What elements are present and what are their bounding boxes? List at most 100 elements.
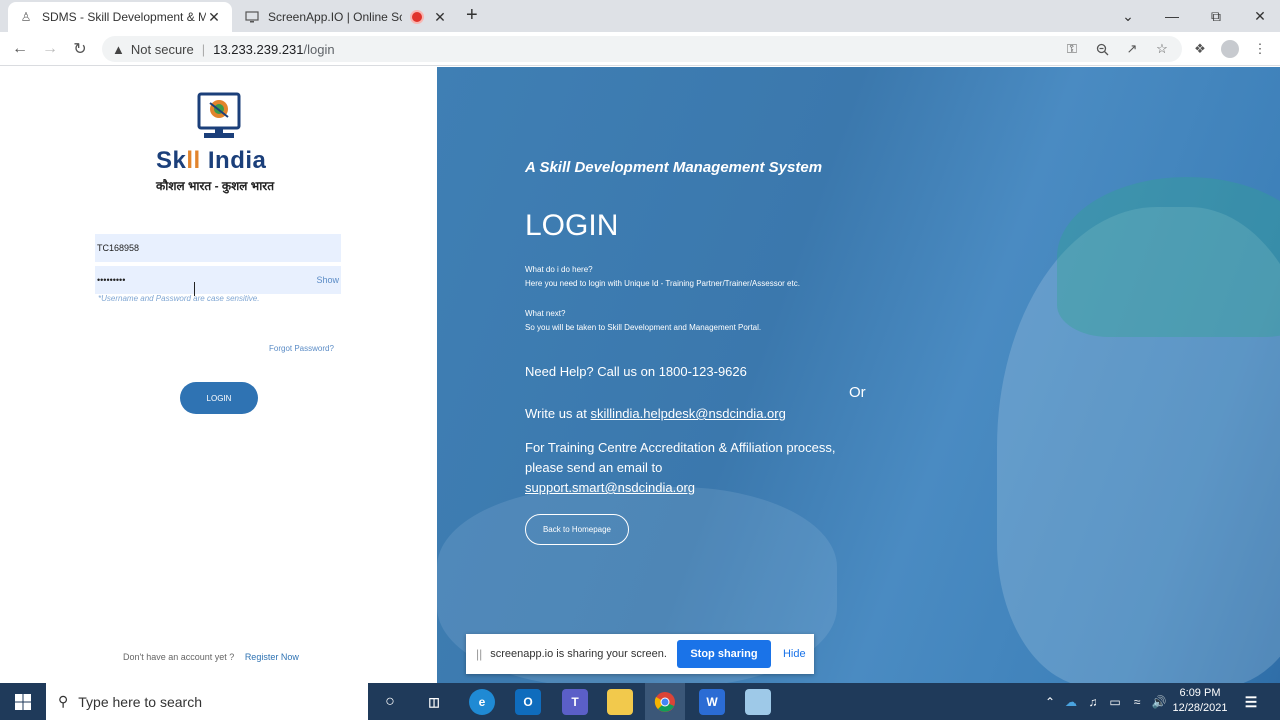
recording-icon bbox=[410, 10, 424, 24]
info-panel: A Skill Development Management System LO… bbox=[437, 67, 1280, 683]
security-status[interactable]: Not secure bbox=[131, 42, 194, 57]
support-email-link[interactable]: support.smart@nsdcindia.org bbox=[525, 480, 695, 495]
password-input[interactable]: ••••••••• Show bbox=[95, 266, 341, 294]
file-explorer-icon[interactable] bbox=[607, 689, 633, 715]
login-panel: Skll India कौशल भारत - कुशल भारत TC16895… bbox=[0, 67, 437, 683]
brand-tagline: कौशल भारत - कुशल भारत bbox=[156, 179, 275, 193]
wifi-icon[interactable]: ≈ bbox=[1126, 695, 1148, 709]
notifications-icon[interactable]: ☰ bbox=[1238, 689, 1264, 715]
taskbar-search[interactable]: ⚲ Type here to search bbox=[46, 683, 368, 720]
onedrive-icon[interactable]: ☁ bbox=[1060, 695, 1082, 709]
menu-icon[interactable]: ⋮ bbox=[1252, 41, 1268, 57]
register-link[interactable]: Register Now bbox=[245, 652, 299, 662]
show-hidden-icons-icon[interactable]: ⌃ bbox=[1040, 695, 1060, 709]
help-phone: Need Help? Call us on 1800-123-9626 bbox=[525, 364, 747, 379]
skill-india-logo bbox=[197, 92, 241, 138]
battery-icon[interactable]: ▭ bbox=[1104, 695, 1126, 709]
zoom-icon[interactable] bbox=[1094, 41, 1110, 57]
write-us-prefix: Write us at bbox=[525, 406, 591, 421]
address-bar[interactable]: ▲ Not secure | 13.233.239.231 /login bbox=[102, 36, 1182, 62]
write-us-line: Write us at skillindia.helpdesk@nsdcindi… bbox=[525, 404, 786, 424]
app-w-icon[interactable]: W bbox=[699, 689, 725, 715]
key-icon[interactable]: ⚿ bbox=[1064, 41, 1080, 57]
search-placeholder: Type here to search bbox=[78, 693, 203, 710]
search-icon: ⚲ bbox=[58, 693, 69, 709]
stop-sharing-button[interactable]: Stop sharing bbox=[676, 640, 771, 668]
system-clock[interactable]: 6:09 PM 12/28/2021 bbox=[1170, 686, 1230, 716]
windows-start-icon[interactable] bbox=[0, 683, 46, 720]
login-heading: LOGIN bbox=[525, 209, 619, 242]
tab-sdms[interactable]: ♙ SDMS - Skill Development & Ma ✕ bbox=[8, 2, 232, 32]
tab-screenapp[interactable]: ScreenApp.IO | Online Screen ✕ bbox=[234, 2, 458, 32]
or-separator: Or bbox=[849, 384, 866, 401]
bookmark-star-icon[interactable]: ☆ bbox=[1154, 41, 1170, 57]
brand-skill: Sk bbox=[156, 147, 187, 174]
close-tab-icon[interactable]: ✕ bbox=[206, 9, 222, 26]
page: Skll India कौशल भारत - कुशल भारत TC16895… bbox=[0, 67, 1280, 683]
clock-time: 6:09 PM bbox=[1179, 687, 1221, 699]
brand-india: India bbox=[200, 147, 267, 174]
tab-title: SDMS - Skill Development & Ma bbox=[42, 10, 206, 24]
share-icon[interactable]: ↗ bbox=[1124, 41, 1140, 57]
sdms-favicon-icon: ♙ bbox=[20, 10, 32, 24]
outlook-icon[interactable]: O bbox=[515, 689, 541, 715]
close-window-icon[interactable]: ✕ bbox=[1238, 0, 1280, 32]
username-value: TC168958 bbox=[97, 243, 140, 253]
share-message: screenapp.io is sharing your screen. bbox=[490, 648, 667, 660]
restore-icon[interactable]: ⧉ bbox=[1194, 0, 1238, 32]
faq-question-1: What do i do here? bbox=[525, 265, 593, 274]
url-path: /login bbox=[303, 41, 335, 57]
system-tray: ⌃ ☁ ♫ ▭ ≈ 🔊 bbox=[1040, 683, 1170, 720]
faq-question-2: What next? bbox=[525, 309, 566, 318]
brand-ll: ll bbox=[186, 147, 201, 174]
back-to-homepage-button[interactable]: Back to Homepage bbox=[525, 514, 629, 545]
no-account-text: Don't have an account yet ? bbox=[123, 652, 235, 662]
signup-prompt: Don't have an account yet ? Register Now bbox=[123, 652, 299, 662]
cortana-icon[interactable]: ○ bbox=[377, 689, 403, 715]
extensions-icon[interactable]: ❖ bbox=[1192, 41, 1208, 57]
brand-name: Skll India bbox=[156, 147, 266, 175]
teams-icon[interactable]: T bbox=[562, 689, 588, 715]
new-tab-button[interactable]: + bbox=[466, 4, 478, 27]
tab-search-icon[interactable]: ⌄ bbox=[1106, 0, 1150, 32]
microphone-icon[interactable]: ♫ bbox=[1082, 695, 1104, 709]
accreditation-line-1: For Training Centre Accreditation & Affi… bbox=[525, 440, 836, 455]
accreditation-line-2: please send an email to bbox=[525, 460, 663, 475]
close-tab-icon[interactable]: ✕ bbox=[432, 9, 448, 26]
address-separator: | bbox=[201, 41, 206, 57]
chrome-taskbar-button[interactable] bbox=[645, 683, 685, 720]
password-value: ••••••••• bbox=[97, 275, 126, 285]
url-host: 13.233.239.231 bbox=[213, 41, 304, 57]
forgot-password-link[interactable]: Forgot Password? bbox=[269, 344, 334, 353]
profile-avatar[interactable] bbox=[1221, 40, 1239, 58]
windows-taskbar: ⚲ Type here to search ○ ◫ e O T W ⌃ ☁ ♫ … bbox=[0, 683, 1280, 720]
hide-button[interactable]: Hide bbox=[783, 648, 806, 660]
accreditation-email-line: support.smart@nsdcindia.org bbox=[525, 478, 695, 498]
notepad-icon[interactable] bbox=[745, 689, 771, 715]
back-icon[interactable]: ← bbox=[10, 39, 30, 59]
background-helmet bbox=[1057, 177, 1280, 337]
show-password-toggle[interactable]: Show bbox=[316, 275, 339, 285]
case-sensitive-hint: *Username and Password are case sensitiv… bbox=[98, 294, 260, 303]
helpdesk-email-link[interactable]: skillindia.helpdesk@nsdcindia.org bbox=[591, 406, 786, 421]
reload-icon[interactable]: ↻ bbox=[70, 39, 90, 59]
system-subtitle: A Skill Development Management System bbox=[525, 159, 823, 176]
browser-toolbar: ← → ↻ ▲ Not secure | 13.233.239.231 /log… bbox=[0, 32, 1280, 66]
warning-icon: ▲ bbox=[112, 41, 125, 57]
faq-answer-1: Here you need to login with Unique Id - … bbox=[525, 279, 800, 288]
forward-icon[interactable]: → bbox=[40, 39, 60, 59]
chrome-icon bbox=[654, 691, 675, 712]
screen-share-bar: || screenapp.io is sharing your screen. … bbox=[466, 634, 814, 674]
volume-icon[interactable]: 🔊 bbox=[1148, 695, 1170, 709]
drag-handle[interactable]: || bbox=[476, 647, 482, 661]
tab-strip: ♙ SDMS - Skill Development & Ma ✕ Screen… bbox=[0, 0, 1280, 32]
tab-title: ScreenApp.IO | Online Screen bbox=[268, 10, 402, 24]
minimize-icon[interactable]: — bbox=[1150, 0, 1194, 32]
task-view-icon[interactable]: ◫ bbox=[421, 689, 447, 715]
username-input[interactable]: TC168958 bbox=[95, 234, 341, 262]
login-button[interactable]: LOGIN bbox=[180, 382, 258, 414]
monitor-icon bbox=[244, 9, 260, 25]
edge-icon[interactable]: e bbox=[469, 689, 495, 715]
clock-date: 12/28/2021 bbox=[1172, 702, 1228, 714]
window-controls: ⌄ — ⧉ ✕ bbox=[1106, 0, 1280, 32]
